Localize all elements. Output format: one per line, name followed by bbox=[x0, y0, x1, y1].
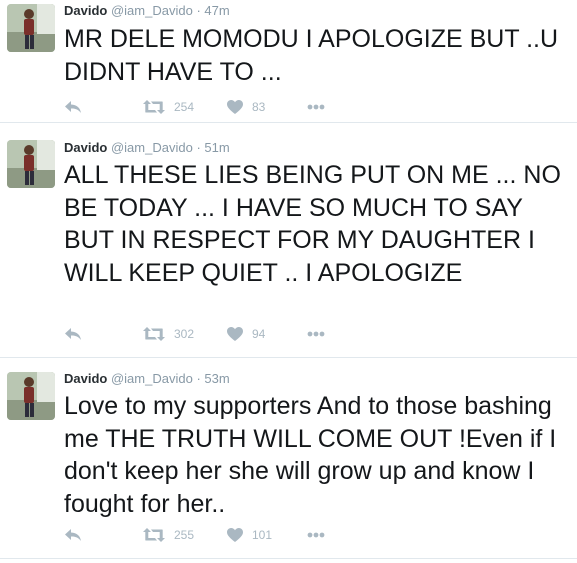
reply-icon bbox=[65, 328, 81, 340]
more-button[interactable] bbox=[307, 525, 325, 545]
more-button[interactable] bbox=[307, 324, 325, 344]
tweet-header: Davido @iam_Davido · 53m bbox=[64, 371, 230, 387]
like-count: 94 bbox=[252, 327, 266, 341]
retweet-button[interactable]: 255 bbox=[143, 525, 194, 545]
retweet-icon bbox=[143, 327, 165, 341]
tweet-text: MR DELE MOMODU I APOLOGIZE BUT ..U DIDNT… bbox=[64, 25, 559, 86]
tweet-actions: 302 94 bbox=[64, 324, 364, 344]
like-count: 101 bbox=[252, 528, 273, 542]
reply-button[interactable] bbox=[64, 324, 82, 344]
avatar[interactable] bbox=[7, 372, 55, 420]
username[interactable]: @iam_Davido bbox=[111, 3, 193, 18]
tweet-header: Davido @iam_Davido · 51m bbox=[64, 140, 230, 156]
separator: · bbox=[196, 140, 201, 155]
timestamp[interactable]: 51m bbox=[204, 140, 229, 155]
separator: · bbox=[196, 371, 201, 386]
more-icon bbox=[307, 104, 325, 110]
display-name[interactable]: Davido bbox=[64, 371, 107, 386]
heart-icon bbox=[227, 100, 243, 114]
reply-icon bbox=[65, 101, 81, 113]
like-button[interactable]: 83 bbox=[227, 97, 265, 117]
tweet[interactable]: Davido @iam_Davido · 47m MR DELE MOMODU … bbox=[0, 0, 577, 123]
avatar-image-icon bbox=[7, 4, 55, 52]
retweet-button[interactable]: 302 bbox=[143, 324, 194, 344]
tweet-text: Love to my supporters And to those bashi… bbox=[64, 392, 557, 518]
retweet-count: 302 bbox=[174, 327, 195, 341]
tweet-actions: 254 83 bbox=[64, 97, 364, 117]
like-button[interactable]: 94 bbox=[227, 324, 265, 344]
heart-icon bbox=[227, 327, 243, 341]
separator: · bbox=[196, 3, 201, 18]
retweet-count: 254 bbox=[174, 100, 195, 114]
tweet[interactable]: Davido @iam_Davido · 51m ALL THESE LIES … bbox=[0, 123, 577, 358]
username[interactable]: @iam_Davido bbox=[111, 140, 193, 155]
retweet-icon bbox=[143, 528, 165, 542]
reply-button[interactable] bbox=[64, 97, 82, 117]
reply-button[interactable] bbox=[64, 525, 82, 545]
more-icon bbox=[307, 331, 325, 337]
avatar[interactable] bbox=[7, 140, 55, 188]
tweet[interactable]: Davido @iam_Davido · 53m Love to my supp… bbox=[0, 358, 577, 559]
tweet-text: ALL THESE LIES BEING PUT ON ME ... NO BE… bbox=[64, 161, 561, 287]
display-name[interactable]: Davido bbox=[64, 3, 107, 18]
more-button[interactable] bbox=[307, 97, 325, 117]
display-name[interactable]: Davido bbox=[64, 140, 107, 155]
tweet-header: Davido @iam_Davido · 47m bbox=[64, 3, 230, 19]
avatar-image-icon bbox=[7, 372, 55, 420]
timestamp[interactable]: 53m bbox=[204, 371, 229, 386]
avatar[interactable] bbox=[7, 4, 55, 52]
like-count: 83 bbox=[252, 100, 266, 114]
timestamp[interactable]: 47m bbox=[204, 3, 229, 18]
retweet-icon bbox=[143, 100, 165, 114]
retweet-count: 255 bbox=[174, 528, 195, 542]
username[interactable]: @iam_Davido bbox=[111, 371, 193, 386]
retweet-button[interactable]: 254 bbox=[143, 97, 194, 117]
reply-icon bbox=[65, 529, 81, 541]
more-icon bbox=[307, 532, 325, 538]
like-button[interactable]: 101 bbox=[227, 525, 272, 545]
tweet-actions: 255 101 bbox=[64, 525, 364, 545]
heart-icon bbox=[227, 528, 243, 542]
avatar-image-icon bbox=[7, 140, 55, 188]
